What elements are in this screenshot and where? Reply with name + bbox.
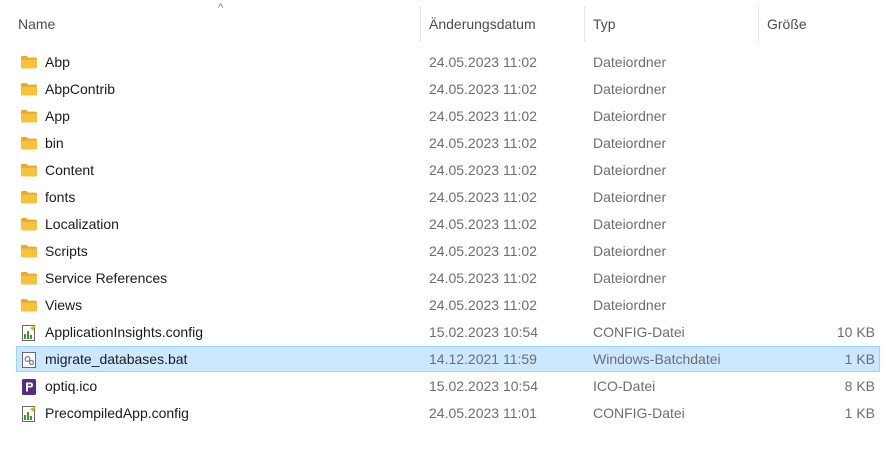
file-type: ICO-Datei bbox=[593, 378, 656, 394]
file-name: Scripts bbox=[45, 243, 88, 259]
folder-icon bbox=[20, 297, 38, 313]
config-file-icon bbox=[20, 324, 38, 341]
file-modified-date: 24.05.2023 11:02 bbox=[429, 270, 537, 286]
file-row[interactable]: optiq.ico 15.02.2023 10:54 ICO-Datei 8 KB bbox=[16, 373, 880, 399]
sort-ascending-icon: ^ bbox=[218, 2, 224, 14]
file-modified-date: 24.05.2023 11:01 bbox=[429, 405, 537, 421]
column-header-type[interactable]: Typ bbox=[585, 0, 759, 48]
folder-icon bbox=[20, 54, 38, 70]
file-explorer: Name ^ Änderungsdatum Typ Größe Abp 24.05… bbox=[0, 0, 895, 460]
file-row[interactable]: migrate_databases.bat 14.12.2021 11:59 Win… bbox=[16, 346, 880, 372]
file-size: 10 KB bbox=[836, 324, 875, 340]
folder-icon bbox=[20, 189, 38, 205]
file-row[interactable]: Localization 24.05.2023 11:02 Dateiordner bbox=[16, 211, 880, 237]
file-type: CONFIG-Datei bbox=[593, 324, 685, 340]
folder-icon bbox=[20, 243, 38, 259]
file-name: Localization bbox=[45, 216, 119, 232]
file-type: Dateiordner bbox=[593, 189, 667, 205]
file-modified-date: 24.05.2023 11:02 bbox=[429, 297, 537, 313]
folder-icon bbox=[20, 135, 38, 151]
file-row[interactable]: AbpContrib 24.05.2023 11:02 Dateiordner bbox=[16, 76, 880, 102]
file-modified-date: 24.05.2023 11:02 bbox=[429, 189, 537, 205]
ico-file-icon bbox=[20, 378, 38, 395]
file-row[interactable]: Scripts 24.05.2023 11:02 Dateiordner bbox=[16, 238, 880, 264]
column-header-type-label: Typ bbox=[593, 16, 616, 32]
file-row[interactable]: Abp 24.05.2023 11:02 Dateiordner bbox=[16, 49, 880, 75]
column-header-date[interactable]: Änderungsdatum bbox=[421, 0, 585, 48]
file-type: Windows-Batchdatei bbox=[593, 351, 721, 367]
file-modified-date: 24.05.2023 11:02 bbox=[429, 108, 537, 124]
file-type: Dateiordner bbox=[593, 135, 667, 151]
file-modified-date: 24.05.2023 11:02 bbox=[429, 162, 537, 178]
file-modified-date: 15.02.2023 10:54 bbox=[429, 378, 538, 394]
file-type: Dateiordner bbox=[593, 216, 667, 232]
file-type: Dateiordner bbox=[593, 81, 667, 97]
file-name: AbpContrib bbox=[45, 81, 116, 97]
file-size: 8 KB bbox=[844, 378, 875, 394]
column-header-name[interactable]: Name ^ bbox=[10, 0, 421, 48]
folder-icon bbox=[20, 81, 38, 97]
file-size: 1 KB bbox=[844, 405, 875, 421]
column-header-name-label: Name bbox=[18, 16, 56, 32]
file-size: 1 KB bbox=[844, 351, 875, 367]
file-name: Service References bbox=[45, 270, 168, 286]
file-name: App bbox=[45, 108, 70, 124]
file-row[interactable]: ApplicationInsights.config 15.02.2023 10:… bbox=[16, 319, 880, 345]
file-name: migrate_databases.bat bbox=[45, 351, 188, 367]
file-name: optiq.ico bbox=[45, 378, 98, 394]
file-type: Dateiordner bbox=[593, 54, 667, 70]
file-row[interactable]: App 24.05.2023 11:02 Dateiordner bbox=[16, 103, 880, 129]
file-modified-date: 14.12.2021 11:59 bbox=[429, 351, 537, 367]
file-type: Dateiordner bbox=[593, 243, 667, 259]
file-modified-date: 15.02.2023 10:54 bbox=[429, 324, 538, 340]
column-header-bar: Name ^ Änderungsdatum Typ Größe bbox=[0, 0, 895, 48]
file-name: bin bbox=[45, 135, 64, 151]
file-name: fonts bbox=[45, 189, 76, 205]
file-row[interactable]: fonts 24.05.2023 11:02 Dateiordner bbox=[16, 184, 880, 210]
file-row[interactable]: bin 24.05.2023 11:02 Dateiordner bbox=[16, 130, 880, 156]
file-type: Dateiordner bbox=[593, 297, 667, 313]
file-type: Dateiordner bbox=[593, 162, 667, 178]
column-header-size[interactable]: Größe bbox=[759, 0, 885, 48]
file-row[interactable]: Content 24.05.2023 11:02 Dateiordner bbox=[16, 157, 880, 183]
folder-icon bbox=[20, 216, 38, 232]
file-row[interactable]: Service References 24.05.2023 11:02 Dateio… bbox=[16, 265, 880, 291]
file-name: PrecompiledApp.config bbox=[45, 405, 189, 421]
file-name: Abp bbox=[45, 54, 70, 70]
config-file-icon bbox=[20, 405, 38, 422]
file-name: ApplicationInsights.config bbox=[45, 324, 203, 340]
file-modified-date: 24.05.2023 11:02 bbox=[429, 81, 537, 97]
batch-file-icon bbox=[20, 351, 38, 368]
file-row[interactable]: Views 24.05.2023 11:02 Dateiordner bbox=[16, 292, 880, 318]
file-modified-date: 24.05.2023 11:02 bbox=[429, 54, 537, 70]
folder-icon bbox=[20, 108, 38, 124]
folder-icon bbox=[20, 270, 38, 286]
file-name: Views bbox=[45, 297, 83, 313]
file-modified-date: 24.05.2023 11:02 bbox=[429, 216, 537, 232]
folder-icon bbox=[20, 162, 38, 178]
column-header-date-label: Änderungsdatum bbox=[429, 16, 536, 32]
file-modified-date: 24.05.2023 11:02 bbox=[429, 135, 537, 151]
file-row[interactable]: PrecompiledApp.config 24.05.2023 11:01 CON… bbox=[16, 400, 880, 426]
file-type: Dateiordner bbox=[593, 108, 667, 124]
file-modified-date: 24.05.2023 11:02 bbox=[429, 243, 537, 259]
column-header-size-label: Größe bbox=[767, 16, 807, 32]
file-type: Dateiordner bbox=[593, 270, 667, 286]
file-name: Content bbox=[45, 162, 95, 178]
file-type: CONFIG-Datei bbox=[593, 405, 685, 421]
